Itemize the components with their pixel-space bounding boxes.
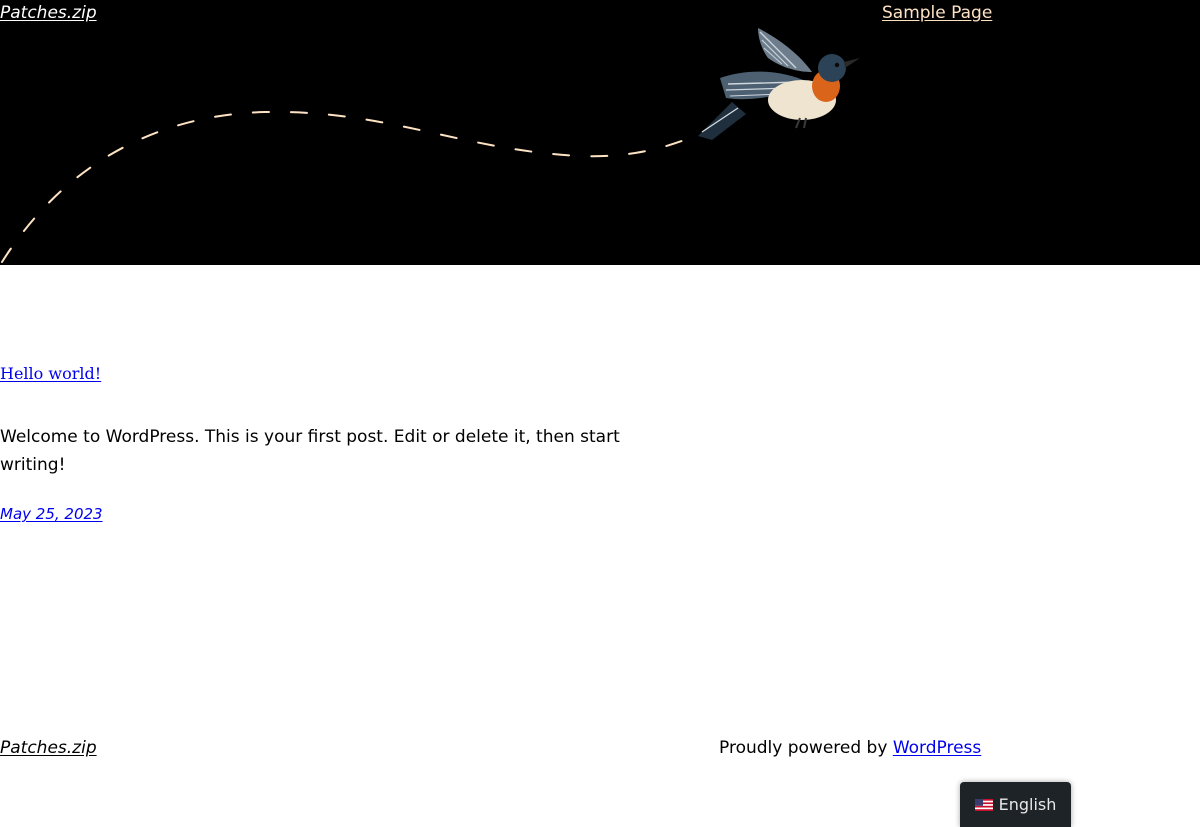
us-flag-icon	[974, 798, 993, 811]
footer-credit: Proudly powered by WordPress	[719, 738, 981, 758]
bird-illustration	[698, 28, 860, 140]
post-title-link[interactable]: Hello world!	[0, 364, 101, 383]
post-excerpt: Welcome to WordPress. This is your first…	[0, 427, 620, 475]
language-switcher[interactable]: English	[960, 782, 1071, 827]
language-label: English	[998, 795, 1057, 814]
footer-site-title-link[interactable]: Patches.zip	[0, 738, 97, 758]
page: Patches.zip Sample Page Hello world! Wel…	[0, 0, 1200, 827]
nav-item-sample-page[interactable]: Sample Page	[882, 3, 992, 23]
site-header: Patches.zip Sample Page	[0, 0, 1200, 265]
site-title-link[interactable]: Patches.zip	[0, 3, 97, 23]
flight-path-decoration	[1, 110, 696, 263]
post-date-link[interactable]: May 25, 2023	[0, 505, 103, 523]
wordpress-link[interactable]: WordPress	[893, 738, 981, 758]
footer-credit-text: Proudly powered by	[719, 738, 888, 758]
